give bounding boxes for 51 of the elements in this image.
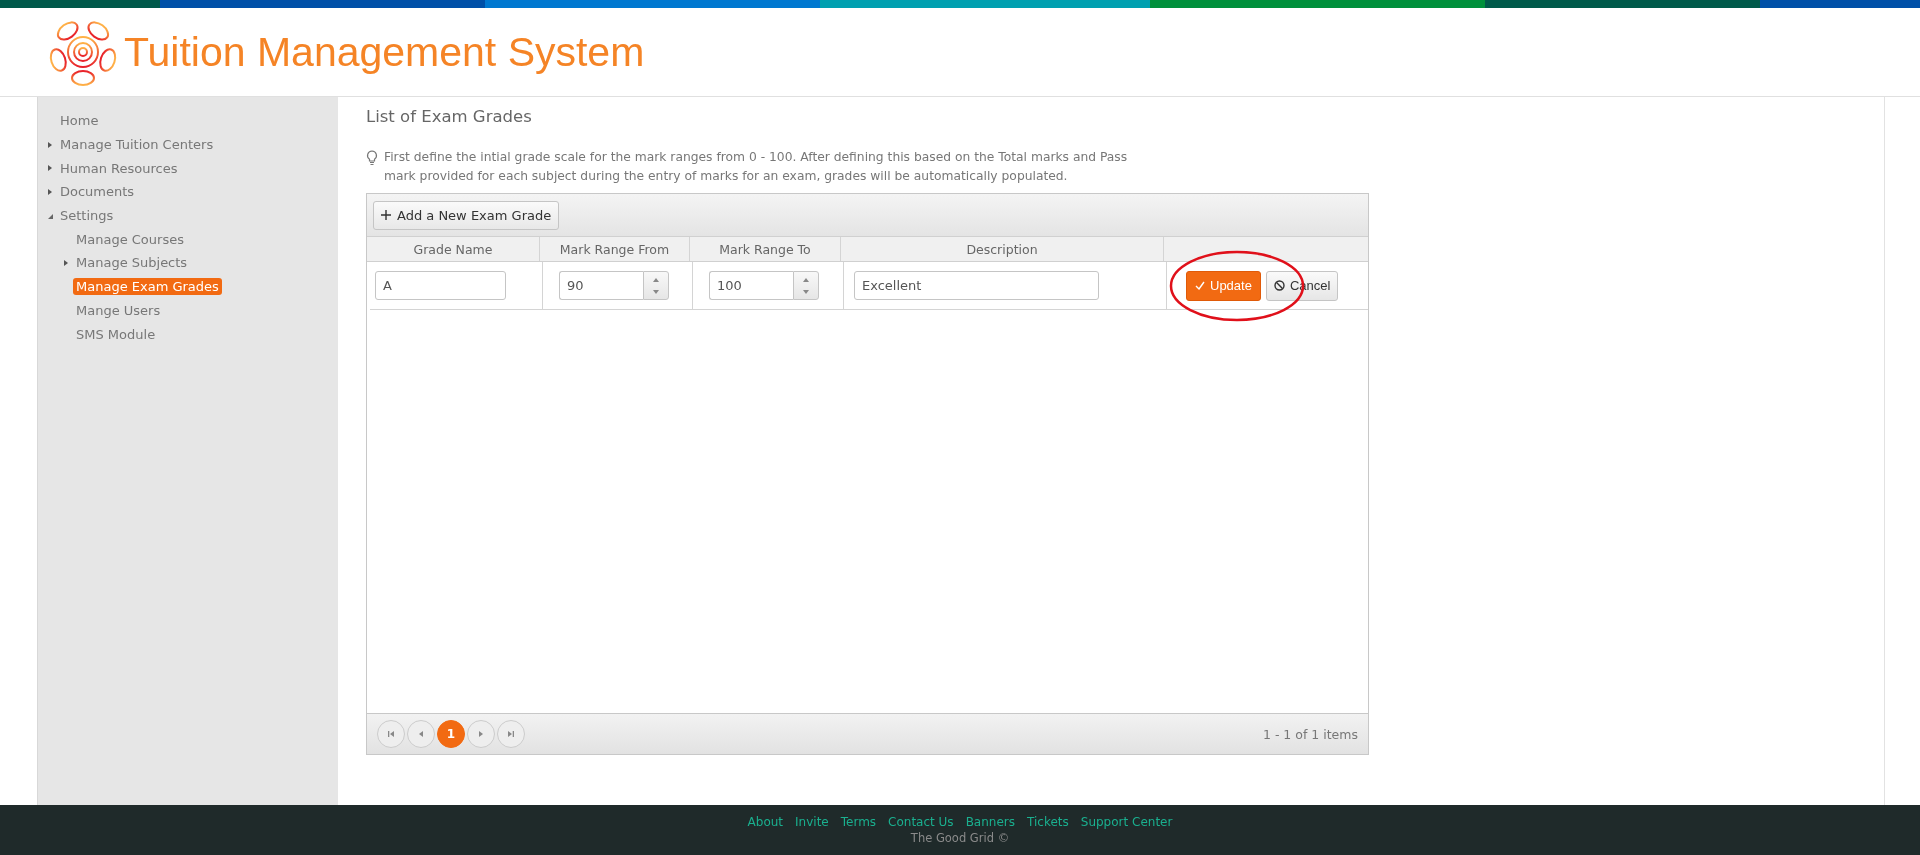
checkmark-icon <box>1195 281 1205 290</box>
hint-text: First define the intial grade scale for the mark ranges from 0 - 100. After defining this based on the Total marks and Pass mark provided for each subject during the entry of marks for an exam, grades will be automatically populated. <box>384 149 1129 185</box>
description-input[interactable]: Excellent <box>854 271 1099 300</box>
caret-right-icon[interactable] <box>62 258 70 267</box>
column-header[interactable]: Mark Range From <box>559 241 670 257</box>
sidebar-item[interactable]: Mange Users <box>73 301 164 319</box>
last-page-button[interactable] <box>497 720 525 748</box>
next-icon <box>477 730 485 738</box>
sidebar-item[interactable]: SMS Module <box>73 325 159 343</box>
update-button[interactable]: Update <box>1186 270 1261 301</box>
column-header[interactable]: Grade Name <box>413 241 493 257</box>
sidebar-item[interactable]: Manage Courses <box>73 230 187 248</box>
first-page-icon <box>387 730 395 738</box>
add-grade-button[interactable]: Add a New Exam Grade <box>373 200 560 230</box>
sidebar-item[interactable]: Manage Tuition Centers <box>57 136 217 154</box>
grade-name-input[interactable]: A <box>375 271 506 300</box>
sidebar-item[interactable]: Documents <box>57 183 138 201</box>
column-header[interactable]: Mark Range To <box>719 241 811 257</box>
plus-icon <box>381 210 391 220</box>
footer-link[interactable]: Support Center <box>1080 815 1173 829</box>
lightbulb-icon <box>366 150 378 166</box>
app-title: Tuition Management System <box>124 28 645 76</box>
footer-link[interactable]: Contact Us <box>888 815 954 829</box>
caret-right-icon[interactable] <box>46 140 54 149</box>
down-triangle-icon <box>802 287 810 296</box>
page-title: List of Exam Grades <box>366 107 533 126</box>
previous-icon <box>417 730 425 738</box>
footer-link[interactable]: Tickets <box>1027 815 1069 829</box>
sidebar-item[interactable]: Human Resources <box>57 159 181 177</box>
page-button[interactable]: 1 <box>437 720 465 748</box>
footer-link[interactable]: Banners <box>965 815 1015 829</box>
first-page-button[interactable] <box>377 720 405 748</box>
footer-link[interactable]: About <box>747 815 784 829</box>
spinner-control[interactable] <box>793 271 819 300</box>
copyright-text: The Good Grid © <box>910 831 1010 845</box>
sidebar-item[interactable]: Manage Exam Grades <box>73 278 222 296</box>
caret-right-icon[interactable] <box>46 187 54 196</box>
column-header[interactable]: Description <box>966 241 1038 257</box>
cancel-icon <box>1273 280 1285 291</box>
sidebar-item[interactable]: Settings <box>57 207 117 225</box>
last-page-icon <box>507 730 515 738</box>
spinner-control[interactable] <box>643 271 669 300</box>
number-input[interactable]: 100 <box>709 271 793 300</box>
pager-info: 1 - 1 of 1 items <box>1262 726 1358 742</box>
number-input[interactable]: 90 <box>559 271 643 300</box>
sidebar-item[interactable]: Home <box>57 112 102 130</box>
down-triangle-icon <box>652 287 660 296</box>
footer-link[interactable]: Invite <box>795 815 829 829</box>
sidebar-item[interactable]: Manage Subjects <box>73 254 191 272</box>
caret-right-icon[interactable] <box>46 164 54 173</box>
footer-link[interactable]: Terms <box>840 815 877 829</box>
